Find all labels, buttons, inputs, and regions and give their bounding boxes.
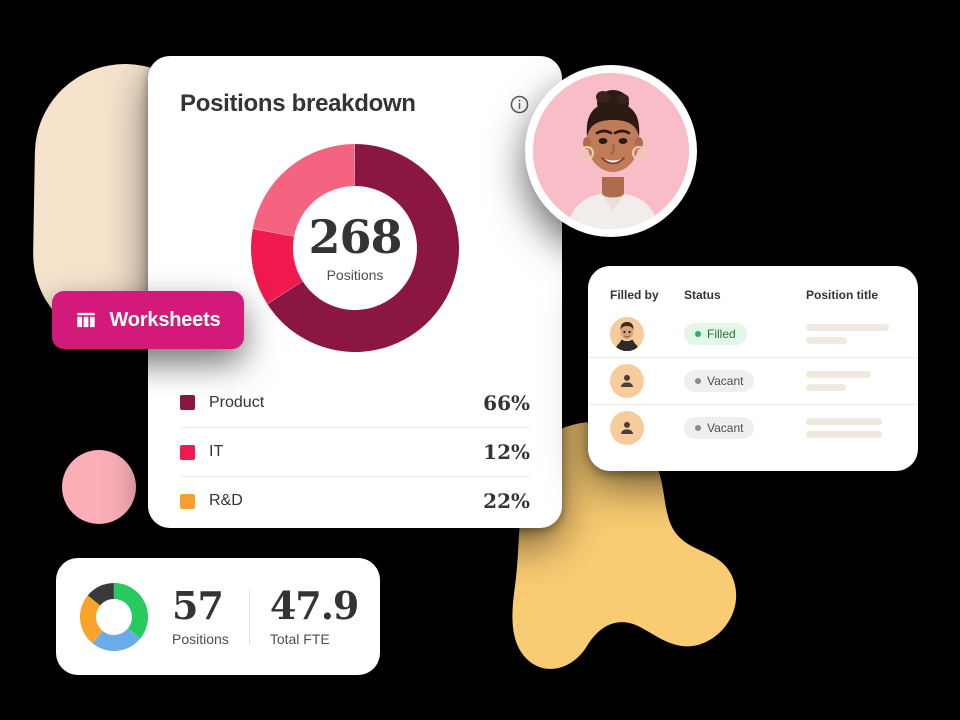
donut-slice-r-d[interactable] — [252, 144, 355, 237]
position-title-placeholder — [806, 418, 896, 438]
position-title-placeholder — [806, 323, 896, 344]
cell-position-title — [806, 323, 896, 344]
legend-percent: 22% — [483, 489, 530, 513]
legend-row-it[interactable]: IT 12% — [180, 427, 530, 476]
table-body: Filled Vacant Vacant — [588, 310, 918, 451]
user-placeholder-icon[interactable] — [610, 364, 644, 398]
worksheets-button[interactable]: Worksheets — [52, 291, 244, 349]
cell-filled-by — [610, 364, 684, 398]
cell-position-title — [806, 418, 896, 438]
user-photo-avatar — [533, 73, 689, 229]
avatar-portrait-illustration — [533, 73, 689, 229]
status-dot-icon — [695, 330, 701, 337]
user-placeholder-icon — [621, 374, 633, 387]
status-badge[interactable]: Vacant — [684, 370, 755, 392]
status-badge-label: Vacant — [707, 421, 744, 435]
cell-filled-by — [610, 316, 684, 351]
column-header-filled-by: Filled by — [610, 288, 659, 302]
user-photo-avatar — [610, 316, 644, 351]
worksheet-grid-icon — [77, 312, 96, 328]
position-title-placeholder — [806, 371, 896, 391]
user-placeholder-icon[interactable] — [610, 411, 644, 445]
status-badge-label: Vacant — [707, 374, 744, 388]
cell-status: Vacant — [684, 417, 806, 439]
position-title-placeholder-bar — [806, 384, 846, 391]
cell-filled-by — [610, 411, 684, 445]
summary-mini-donut-chart — [80, 582, 148, 651]
positions-donut-chart: 268 Positions — [247, 140, 463, 356]
legend-label: Product — [209, 393, 265, 411]
table-row[interactable]: Filled — [588, 310, 918, 357]
cell-status: Filled — [684, 322, 806, 345]
table-row[interactable]: Vacant — [588, 404, 918, 451]
color-swatch-rd — [180, 493, 195, 509]
color-swatch-it — [180, 444, 195, 460]
position-title-placeholder-bar — [806, 336, 848, 344]
pink-circle-blob — [62, 450, 136, 524]
position-title-placeholder-bar — [806, 371, 871, 378]
position-title-placeholder-bar — [806, 418, 882, 425]
legend-percent: 66% — [483, 390, 530, 415]
page-title: Positions breakdown — [180, 90, 416, 117]
status-dot-icon — [695, 425, 701, 431]
table-header-row: Filled by Status Position title — [588, 288, 918, 302]
screenshot-stage: Positions breakdown 268 Positions Produc… — [0, 0, 960, 720]
positions-legend: Product 66% IT 12% R&D 22% — [180, 378, 530, 525]
status-badge-label: Filled — [707, 326, 736, 341]
positions-table-card: Filled by Status Position title Filled V… — [588, 266, 918, 471]
worksheets-button-label: Worksheets — [109, 308, 221, 331]
stat-value: 57 — [172, 582, 224, 628]
legend-row-product[interactable]: Product 66% — [180, 378, 530, 427]
stat-value: 47.9 — [269, 582, 360, 628]
status-dot-icon — [695, 378, 701, 384]
positions-card-header: Positions breakdown — [180, 90, 530, 118]
stat-caption: Total FTE — [269, 630, 330, 647]
position-title-placeholder-bar — [806, 431, 882, 438]
column-header-status: Status — [684, 288, 721, 302]
color-swatch-product — [180, 395, 195, 410]
status-badge[interactable]: Vacant — [684, 417, 755, 439]
summary-stat-group: 57 Positions 47.9 Total FTE — [172, 582, 379, 647]
column-header-position-title: Position title — [806, 288, 878, 302]
legend-label: IT — [209, 443, 224, 460]
donut-slice-segment-a[interactable] — [114, 582, 148, 639]
stat-positions: 57 Positions — [172, 582, 249, 647]
position-title-placeholder-bar — [806, 323, 889, 331]
legend-row-r-d[interactable]: R&D 22% — [180, 476, 530, 525]
legend-label: R&D — [209, 492, 243, 509]
donut-svg — [251, 144, 459, 352]
stat-caption: Positions — [172, 630, 229, 647]
info-circle-icon[interactable] — [509, 94, 530, 115]
user-photo-avatar[interactable] — [610, 316, 644, 351]
table-row[interactable]: Vacant — [588, 357, 918, 404]
status-badge[interactable]: Filled — [684, 322, 747, 345]
cell-status: Vacant — [684, 370, 806, 392]
legend-percent: 12% — [483, 440, 530, 464]
cell-position-title — [806, 371, 896, 391]
user-placeholder-icon — [621, 421, 633, 434]
stat-total-fte: 47.9 Total FTE — [250, 582, 379, 647]
avatar — [525, 65, 697, 237]
summary-stats-card: 57 Positions 47.9 Total FTE — [56, 558, 380, 675]
